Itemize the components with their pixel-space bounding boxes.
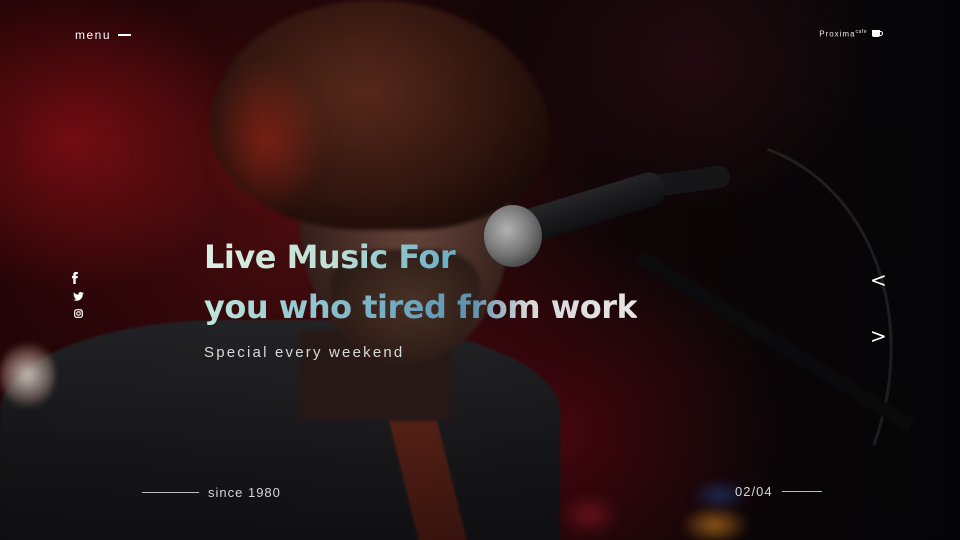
slide-current: 02 [735,484,752,499]
brand-name-text: Proxima [819,29,856,39]
prev-slide-button[interactable]: < [870,270,887,290]
social-links [72,272,84,318]
divider-line [142,492,199,493]
since-text: since 1980 [208,485,281,500]
menu-label: menu [75,28,112,42]
brand-sup: cafe [855,29,867,36]
next-slide-button[interactable]: > [870,326,887,346]
brand-logo[interactable]: Proximacafe [819,29,884,39]
slide-counter: 02/04 [735,484,773,499]
divider-line [781,491,822,492]
hero-tagline: Special every weekend [204,344,405,361]
slide-pager: 02/04 [735,484,822,499]
headline-line-2: you who tired from work [204,282,638,332]
hero-headline: Live Music For you who tired from work [204,232,638,332]
menu-line-icon [118,34,132,36]
coffee-cup-icon [872,29,884,39]
brand-name: Proximacafe [819,29,867,39]
headline-line-1: Live Music For [204,232,637,282]
twitter-icon[interactable] [72,292,84,301]
since-caption: since 1980 [142,485,281,500]
instagram-icon[interactable] [73,309,83,318]
slide-total: 04 [756,484,773,499]
hero-section: menu Proximacafe Live Music For you who … [0,0,960,540]
facebook-icon[interactable] [72,272,84,284]
menu-button[interactable]: menu [75,28,132,42]
